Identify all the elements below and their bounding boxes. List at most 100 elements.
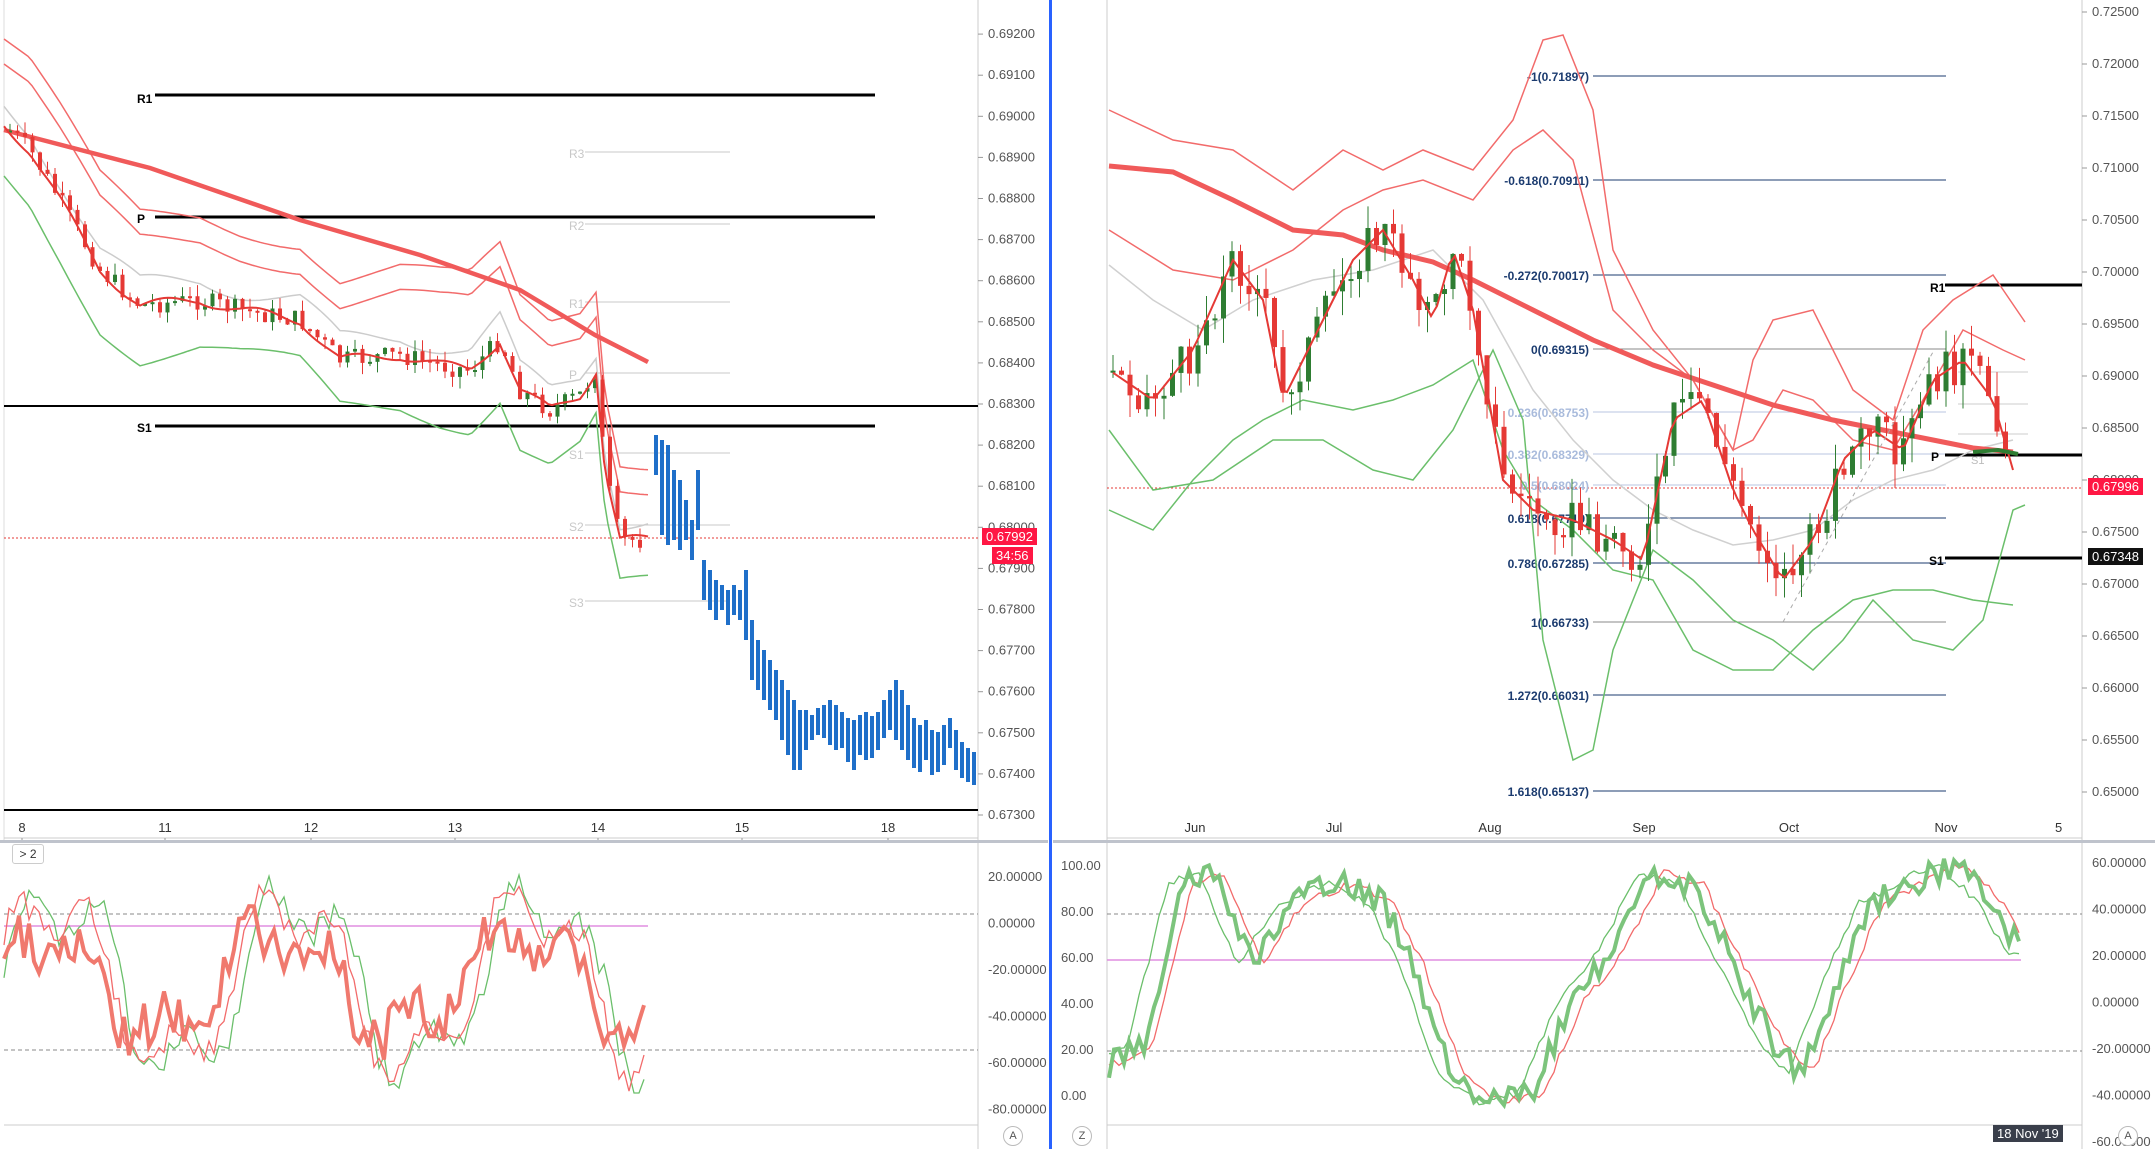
candle-body xyxy=(1263,288,1269,298)
projection-bar xyxy=(870,716,874,758)
candle-body xyxy=(1739,480,1745,506)
candle-body xyxy=(1357,270,1362,280)
right-chart-pane[interactable]: 0.72500 0.72000 0.71500 0.71000 0.70500 0.700… xyxy=(1053,0,2155,840)
faint-pivot-label-r3: R3 xyxy=(569,147,585,161)
fib-trend-line xyxy=(1782,351,1934,623)
candle-body xyxy=(270,308,275,323)
right-price-chart[interactable]: 0.72500 0.72000 0.71500 0.71000 0.70500 0.700… xyxy=(1053,0,2155,840)
projection-bar xyxy=(834,705,838,750)
left-date-label: 12 xyxy=(304,820,318,835)
candle-body xyxy=(1212,318,1218,321)
right-price-tick-label: 0.70000 xyxy=(2092,264,2139,279)
legend-toggle-button[interactable]: > 2 xyxy=(12,844,44,864)
candle-body xyxy=(353,348,357,352)
fib-label: 0.382(0.68329) xyxy=(1508,448,1589,462)
projection-bar xyxy=(804,710,808,750)
candle-body xyxy=(1552,519,1558,536)
right-price-tick-label: 0.65000 xyxy=(2092,784,2139,799)
candle-body xyxy=(1297,381,1303,393)
pivot-label-r1: R1 xyxy=(137,92,153,106)
projection-bar xyxy=(888,690,892,730)
projection-bar xyxy=(660,440,664,535)
projection-bar xyxy=(750,620,754,680)
right-price-tick-label: 0.67000 xyxy=(2092,576,2139,591)
candle-body xyxy=(1178,346,1184,373)
pivot-label-s1: S1 xyxy=(137,421,152,435)
left-band-upper xyxy=(3,63,649,496)
right-left-scale-button[interactable]: Z xyxy=(1072,1126,1092,1146)
right-osc-right-tick-label: -40.00000 xyxy=(2092,1088,2151,1103)
candle-body xyxy=(1391,223,1396,234)
candle-body xyxy=(315,329,320,338)
candle-body xyxy=(1119,370,1124,375)
projection-bar xyxy=(672,470,676,540)
right-osc-right-tick-label: 60.00000 xyxy=(2092,855,2146,870)
candle-body xyxy=(1280,347,1286,393)
candle-body xyxy=(1527,496,1532,499)
projection-bar xyxy=(948,718,952,748)
right-osc-left-tick-label: 20.00 xyxy=(1061,1042,1094,1057)
right-auto-scale-button[interactable]: A xyxy=(2118,1126,2138,1146)
candle-body xyxy=(1603,538,1609,552)
right-price-tick-label: 0.66000 xyxy=(2092,680,2139,695)
projection-bar xyxy=(858,715,862,755)
left-date-label: 18 xyxy=(881,820,895,835)
candle-body xyxy=(113,274,117,283)
right-date-label: Sep xyxy=(1632,820,1655,835)
right-price-tick-label: 0.67500 xyxy=(2092,524,2139,539)
projection-bar xyxy=(822,705,826,738)
left-osc-tick-label: -60.00000 xyxy=(988,1055,1047,1070)
right-oscillator-pane[interactable]: 100.00 80.00 60.00 40.00 20.00 0.00 60.00000 40… xyxy=(1053,843,2155,1149)
faint-pivot-label-r1-faint: R1 xyxy=(569,297,585,311)
candle-body xyxy=(338,345,342,363)
projection-bar xyxy=(810,715,814,740)
projection-bar xyxy=(792,700,796,770)
candle-body xyxy=(1578,502,1583,531)
right-price-tick-label: 0.69000 xyxy=(2092,368,2139,383)
right-osc-left-tick-label: 80.00 xyxy=(1061,904,1094,919)
projection-bar xyxy=(732,585,736,615)
candle-body xyxy=(555,404,560,417)
left-price-tick-label: 0.69000 xyxy=(988,108,1035,123)
fib-label: 0.786(0.67285) xyxy=(1508,557,1589,571)
left-date-label: 8 xyxy=(18,820,25,835)
projection-bar xyxy=(798,710,802,770)
right-last-price-badge: 0.67996 xyxy=(2088,478,2143,495)
faint-pivot-label-s1-faint: S1 xyxy=(569,448,584,462)
left-price-tick-label: 0.67300 xyxy=(988,807,1035,822)
left-oscillator-chart[interactable]: 20.00000 0.00000 -20.00000 -40.00000 -60.000… xyxy=(0,843,1048,1149)
left-osc-tick-label: -20.00000 xyxy=(988,962,1047,977)
right-s1-price-badge: 0.67348 xyxy=(2088,548,2143,565)
left-price-tick-label: 0.68900 xyxy=(988,149,1035,164)
projection-bar xyxy=(876,712,880,750)
candle-body xyxy=(413,351,417,365)
projection-bar xyxy=(846,718,850,762)
left-auto-scale-button[interactable]: A xyxy=(1003,1126,1023,1146)
right-pivot-label-r1: R1 xyxy=(1930,281,1946,295)
pane-divider[interactable] xyxy=(1049,0,1052,1149)
candle-body xyxy=(15,130,20,133)
candle-body xyxy=(1680,398,1685,403)
right-band-outer-upper xyxy=(1108,34,2026,453)
left-price-chart[interactable]: 0.693000.692000.691000.690000.689000.688… xyxy=(0,0,1048,840)
candle-body xyxy=(1561,535,1566,538)
left-price-tick-label: 0.68500 xyxy=(988,314,1035,329)
candle-body xyxy=(345,351,350,363)
projection-bar xyxy=(720,585,724,610)
right-oscillator-chart[interactable]: 100.00 80.00 60.00 40.00 20.00 0.00 60.00000 40… xyxy=(1053,843,2155,1149)
projection-bar xyxy=(678,480,682,550)
projection-bar xyxy=(786,690,790,755)
right-osc-right-tick-label: 40.00000 xyxy=(2092,902,2146,917)
left-oscillator-pane[interactable]: 20.00000 0.00000 -20.00000 -40.00000 -60.000… xyxy=(0,843,1048,1149)
left-date-label: 11 xyxy=(158,820,172,835)
left-price-tick-label: 0.67600 xyxy=(988,684,1035,699)
right-osc-left-tick-label: 0.00 xyxy=(1061,1088,1086,1103)
right-osc-thick-line xyxy=(1107,856,2021,1110)
faint-pivot-label-s2: S2 xyxy=(569,520,584,534)
candle-body xyxy=(1501,426,1507,475)
candle-body xyxy=(30,136,35,153)
left-chart-pane[interactable]: 0.693000.692000.691000.690000.689000.688… xyxy=(0,0,1048,840)
fib-label: 1.618(0.65137) xyxy=(1508,785,1589,799)
left-price-tick-label: 0.68100 xyxy=(988,478,1035,493)
candle-body xyxy=(383,347,387,355)
